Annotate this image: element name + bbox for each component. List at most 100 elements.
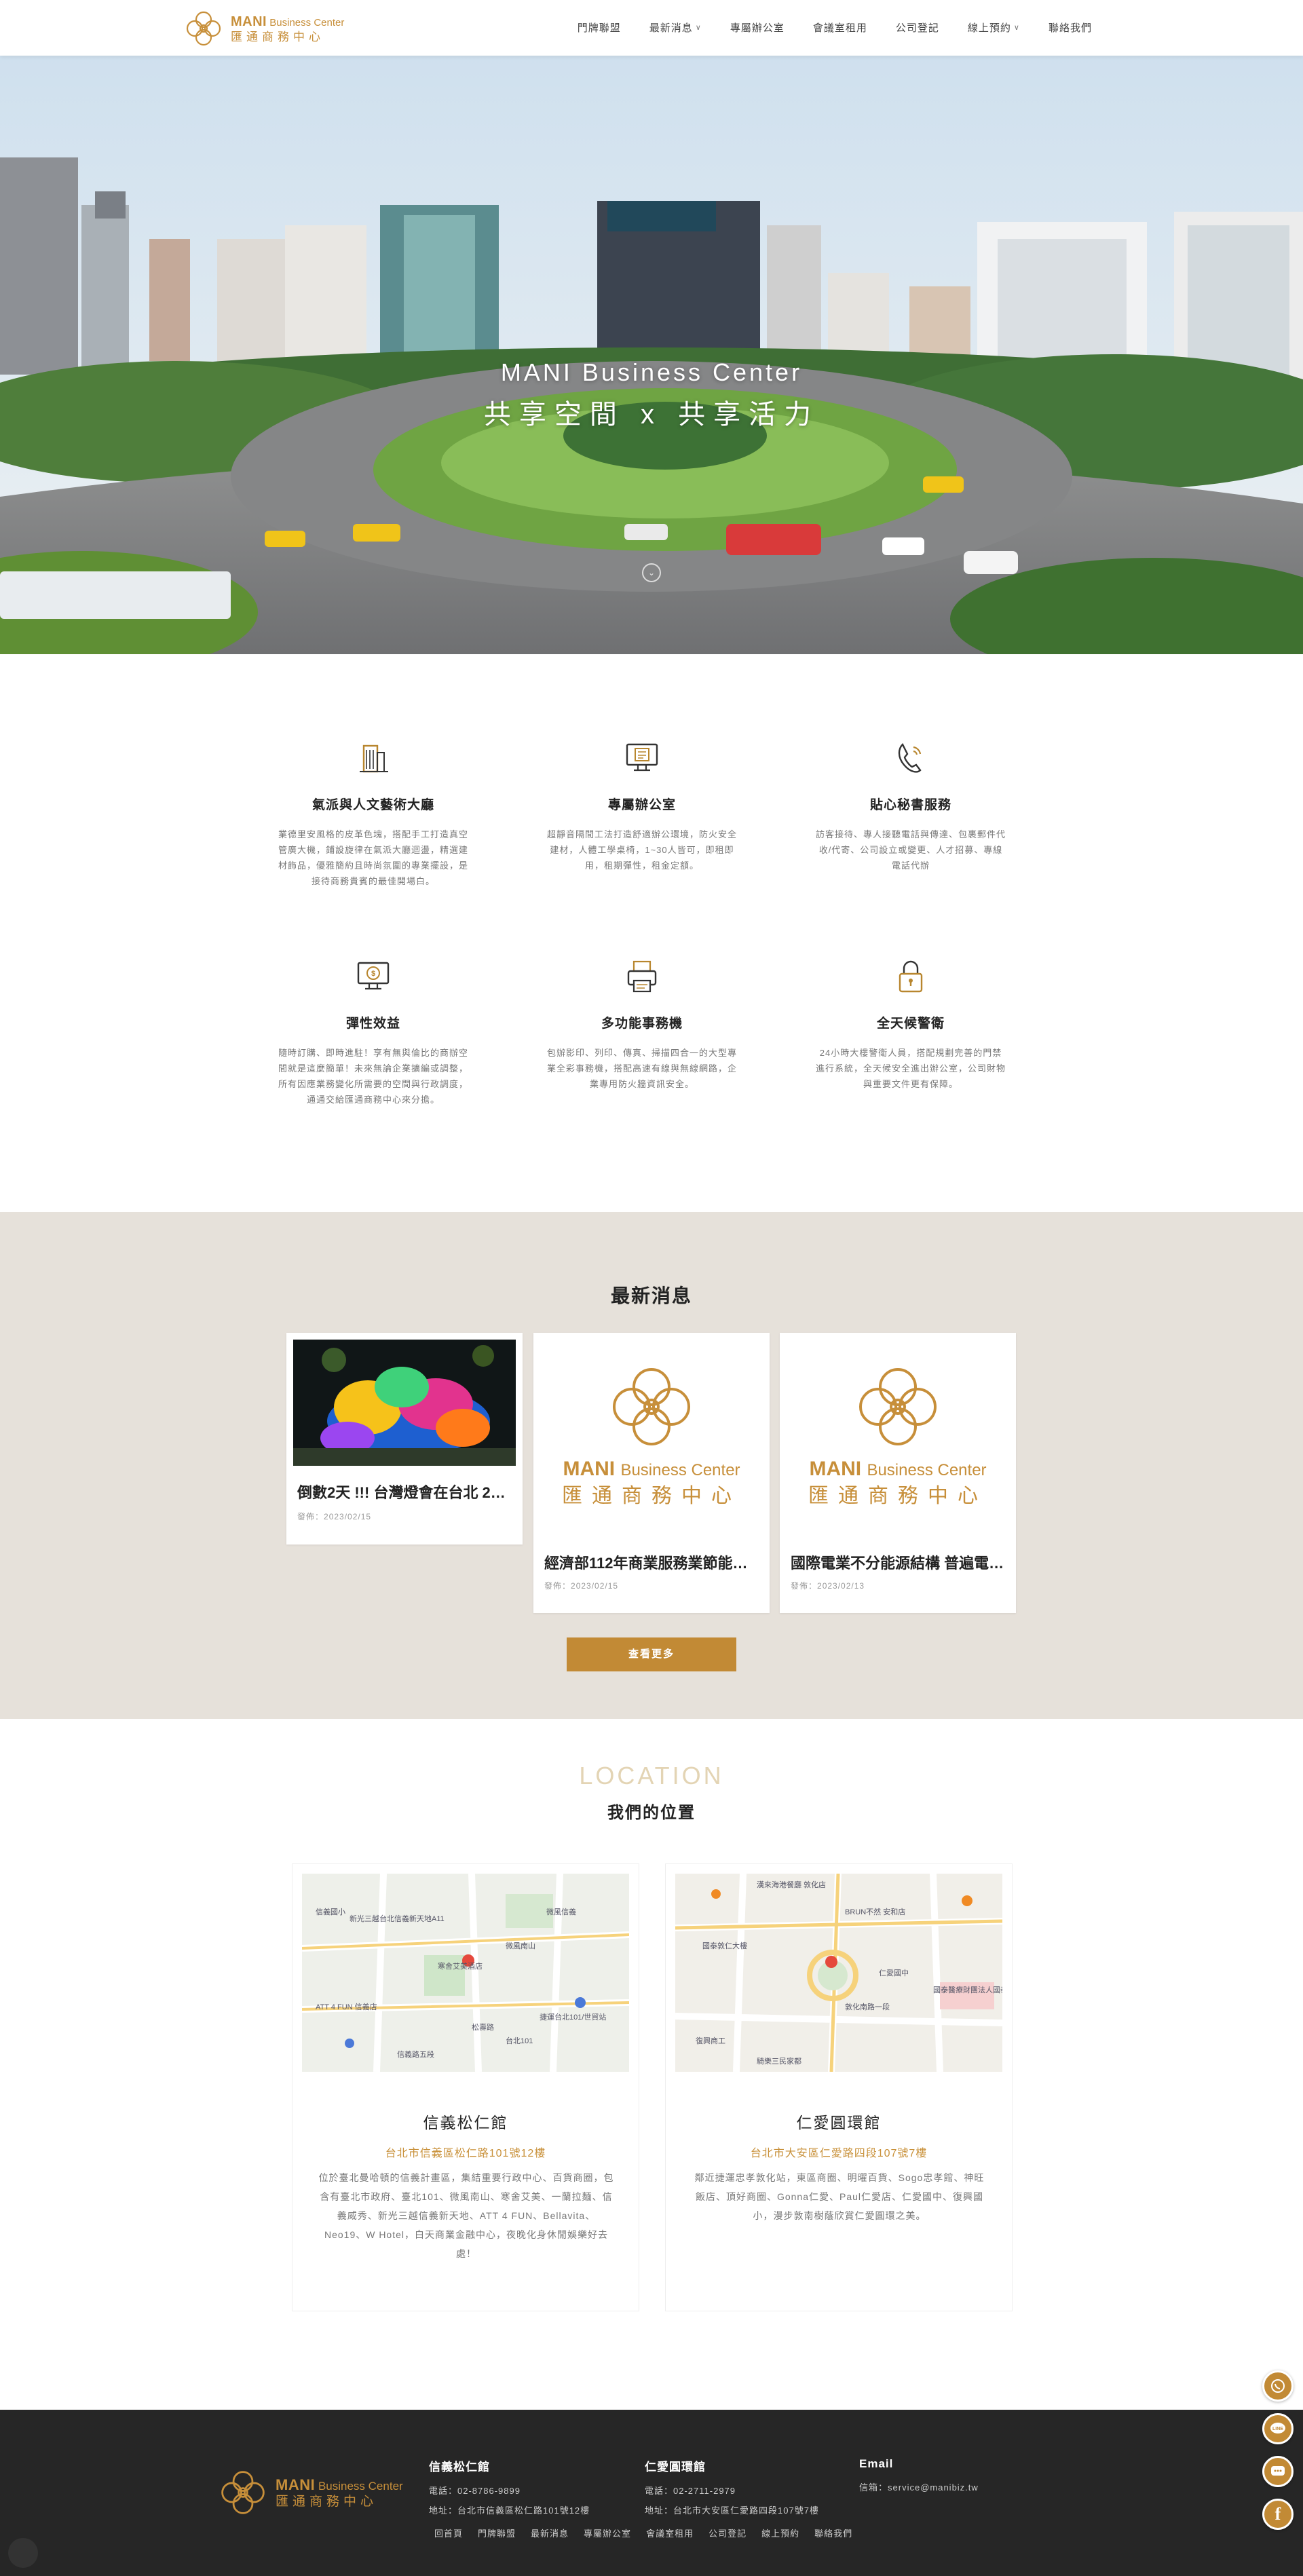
footer-nav-link[interactable]: 門牌聯盟 (478, 2526, 516, 2539)
money-screen-icon: $ (357, 962, 390, 990)
location-title-en: LOCATION (579, 1762, 724, 1789)
footer-nav-link[interactable]: 專屬辦公室 (584, 2526, 631, 2539)
hero-title: MANI Business Center (500, 358, 803, 386)
footer-email-title: Email (859, 2457, 894, 2470)
map-label: 信義國小 (316, 1907, 345, 1916)
map-label: 復興商工 (696, 2036, 725, 2045)
feature-text: 訪客接待、專人接聽電話與傳達、包裹郵件代收/代寄、公司設立或變更、人才招募、專線… (816, 829, 1006, 871)
news-logo-image: MANI Business Center 匯通商務中心 (787, 1340, 1009, 1543)
footer-phone[interactable]: 02-2711-2979 (673, 2486, 736, 2496)
map-label: 國泰醫療財團法人國泰綜合醫院 (933, 1985, 1002, 1994)
map-label: 騎樂三民家都 (757, 2056, 801, 2066)
footer-nav-link[interactable]: 最新消息 (531, 2526, 569, 2539)
feature-title: 全天候警衛 (876, 1017, 945, 1031)
footer-branch-name: 仁愛圓環館 (645, 2461, 706, 2474)
whatsapp-icon[interactable] (1262, 2370, 1293, 2402)
footer-email: Email 信箱：service@manibiz.tw (859, 2457, 979, 2493)
feature-text: 業德里安風格的皮革色塊，搭配手工打造真空管廣大機，鋪設旋律在氣派大廳迴盪，精選建… (278, 829, 469, 886)
footer-address: 台北市信義區松仁路101號12樓 (457, 2505, 590, 2516)
feature-item: 多功能事務機 包辦影印、列印、傳真、掃描四合一的大型專業全彩事務機，搭配高速有線與… (540, 955, 744, 1092)
nav-item-label: 最新消息 (649, 22, 693, 34)
branch-name: 仁愛圓環館 (796, 2114, 882, 2132)
map-label: 新光三越台北信義新天地A11 (350, 1914, 445, 1923)
news-card[interactable]: MANI Business Center 匯通商務中心國際電業不分能源結構 普遍電… (780, 1333, 1016, 1613)
view-more-button[interactable]: 查看更多 (567, 1637, 736, 1671)
line-icon[interactable]: LINE (1262, 2413, 1293, 2444)
news-card[interactable]: 倒數2天 !!! 台灣燈會在台北 2023台灣燈會發佈：2023/02/15 (286, 1333, 523, 1545)
feature-title: 彈性效益 (345, 1017, 400, 1031)
nav-item[interactable]: 公司登記 (882, 20, 953, 35)
footer-addr-label: 地址： (645, 2505, 674, 2516)
news-card-date: 發佈：2023/02/15 (544, 1580, 618, 1591)
map-label: 松壽路 (472, 2022, 494, 2032)
nav-item[interactable]: 會議室租用 (799, 20, 882, 35)
map-label: 台北101 (506, 2036, 533, 2045)
branch-description: 鄰近捷運忠孝敦化站，東區商圈、明曜百貨、Sogo忠孝館、神旺飯店、頂好商圈、Go… (694, 2172, 985, 2221)
news-date-value: 2023/02/15 (324, 1512, 372, 1521)
branch-map[interactable]: ATT 4 FUN 信義店 新光三越台北信義新天地A11 微風南山 松壽路 寒舍艾美酒店… (302, 1874, 629, 2072)
branch-name: 信義松仁館 (423, 2114, 508, 2132)
news-card[interactable]: MANI Business Center 匯通商務中心經濟部112年商業服務業節能… (533, 1333, 770, 1613)
svg-text:MANI Business Center: MANI Business Center (809, 1458, 986, 1480)
footer-phone-label: 電話： (645, 2486, 674, 2496)
feature-item: 貼心秘書服務 訪客接待、專人接聽電話與傳達、包裹郵件代收/代寄、公司設立或變更、人… (809, 736, 1013, 873)
news-logo-image: MANI Business Center 匯通商務中心 (540, 1340, 763, 1543)
hero-subtitle: 共享空間 x 共享活力 (483, 400, 820, 430)
footer-nav-link[interactable]: 聯絡我們 (814, 2526, 852, 2539)
map-label: 信義路五段 (397, 2049, 434, 2059)
nav-item[interactable]: 專屬辦公室 (716, 20, 799, 35)
news-card-date: 發佈：2023/02/15 (297, 1511, 371, 1522)
news-card-title[interactable]: 倒數2天 !!! 台灣燈會在台北 2023台灣燈會 (297, 1481, 512, 1502)
site-header: MANI Business Center 匯通商務中心 門牌聯盟 最新消息 ∨ 專屬辦… (0, 0, 1303, 56)
feature-title: 專屬辦公室 (607, 798, 676, 812)
footer-logo-rest: Business Center (318, 2479, 403, 2493)
footer-nav-link[interactable]: 回首頁 (434, 2526, 463, 2539)
monitor-icon (626, 743, 658, 772)
news-card-title[interactable]: 國際電業不分能源結構 普遍電價上漲 (791, 1551, 1005, 1573)
nav-item[interactable]: 門牌聯盟 (563, 20, 635, 35)
nav-item[interactable]: 最新消息 ∨ (635, 20, 716, 35)
logo-name-zh: 匯通商務中心 (231, 30, 324, 43)
footer-nav-link[interactable]: 會議室租用 (646, 2526, 694, 2539)
feature-title: 氣派與人文藝術大廳 (311, 798, 434, 812)
footer-email-label: 信箱： (859, 2482, 888, 2493)
feature-item: $ 彈性效益隨時訂購、即時進駐！享有無與倫比的商辦空間就是這麼簡單！未來無論企業擴… (271, 955, 475, 1107)
branch-map[interactable]: 漢來海港餐廳 敦化店 BRUN不然 安和店 國泰敦仁大樓 仁愛國中 騎樂三民家都 國泰醫療… (675, 1874, 1002, 2072)
news-title: 最新消息 (610, 1285, 692, 1306)
location-card: 漢來海港餐廳 敦化店 BRUN不然 安和店 國泰敦仁大樓 仁愛國中 騎樂三民家都 國泰醫療… (665, 1863, 1013, 2311)
feature-item: 專屬辦公室 超靜音隔間工法打造舒適辦公環境，防火安全建材，人體工學桌椅，1~30人… (540, 736, 744, 873)
chat-icon[interactable] (1262, 2456, 1293, 2487)
facebook-icon[interactable]: f (1262, 2499, 1293, 2530)
footer-logo-bold: MANI (276, 2476, 316, 2493)
svg-text:匯通商務中心: 匯通商務中心 (562, 1485, 741, 1507)
footer-nav-link[interactable]: 公司登記 (709, 2526, 747, 2539)
nav-item-label: 門牌聯盟 (577, 22, 621, 34)
map-label: BRUN不然 安和店 (845, 1907, 905, 1916)
footer-nav-link[interactable]: 線上預約 (761, 2526, 799, 2539)
feature-text: 包辦影印、列印、傳真、掃描四合一的大型專業全彩事務機，搭配高速有線與無線網路，企… (547, 1048, 738, 1089)
feature-item: 全天候警衛 24小時大樓警衛人員，搭配規劃完善的門禁進行系統，全天候安全進出辦公室… (809, 955, 1013, 1092)
news-date-value: 2023/02/13 (817, 1581, 865, 1591)
footer-nav: 回首頁 門牌聯盟 最新消息 專屬辦公室 會議室租用 公司登記 線上預約 聯絡我們 (434, 2526, 867, 2539)
svg-text:LINE: LINE (1272, 2427, 1283, 2431)
nav-item[interactable]: 聯絡我們 (1034, 20, 1106, 35)
feature-text: 隨時訂購、即時進駐！享有無與倫比的商辦空間就是這麼簡單！未來無論企業擴編或調整，… (278, 1048, 469, 1105)
news-date-prefix: 發佈： (791, 1581, 818, 1591)
nav-item-label: 專屬辦公室 (730, 22, 785, 34)
back-to-top-button[interactable] (8, 2538, 38, 2568)
nav-item-label: 線上預約 (967, 22, 1011, 34)
site-footer: MANI Business Center 匯通商務中心 信義松仁館 電話：02-… (0, 2410, 1303, 2576)
svg-text:$: $ (371, 970, 375, 978)
news-card-date: 發佈：2023/02/13 (791, 1580, 865, 1591)
nav-item-label: 會議室租用 (812, 22, 867, 34)
news-date-value: 2023/02/15 (571, 1581, 619, 1591)
footer-logo[interactable]: MANI Business Center 匯通商務中心 (217, 2467, 403, 2518)
chevron-down-icon[interactable]: ⌄ (642, 563, 661, 582)
news-card-title[interactable]: 經濟部112年商業服務業節能補助 (544, 1551, 759, 1573)
map-label: 微風南山 (506, 1941, 535, 1950)
footer-phone[interactable]: 02-8786-9899 (457, 2486, 521, 2496)
nav-item[interactable]: 線上預約 ∨ (953, 20, 1034, 35)
site-logo[interactable]: MANI Business Center 匯通商務中心 (183, 8, 344, 49)
footer-email-link[interactable]: service@manibiz.tw (888, 2482, 979, 2493)
branch-address: 台北市大安區仁愛路四段107號7樓 (750, 2148, 928, 2159)
